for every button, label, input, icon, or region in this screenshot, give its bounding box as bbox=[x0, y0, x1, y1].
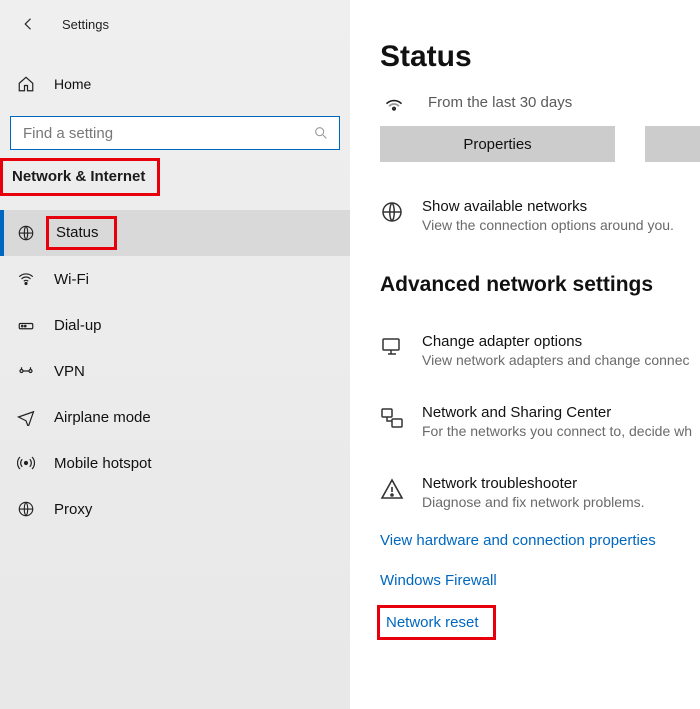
monitor-icon bbox=[380, 333, 404, 368]
sidebar-item-proxy[interactable]: Proxy bbox=[0, 486, 350, 532]
item-title: Network and Sharing Center bbox=[422, 404, 692, 421]
network-sharing-center[interactable]: Network and Sharing Center For the netwo… bbox=[380, 404, 700, 439]
dialup-icon bbox=[16, 316, 36, 334]
connection-summary: From the last 30 days bbox=[380, 92, 700, 112]
item-subtitle: View network adapters and change connec bbox=[422, 352, 689, 368]
sidebar-item-label: Dial-up bbox=[54, 317, 102, 334]
connection-subtext: From the last 30 days bbox=[428, 94, 572, 111]
item-title: Change adapter options bbox=[422, 333, 689, 350]
search-input[interactable] bbox=[10, 116, 340, 150]
home-icon bbox=[16, 75, 36, 93]
item-subtitle: View the connection options around you. bbox=[422, 217, 674, 233]
sidebar: Settings Home Network & Internet bbox=[0, 0, 350, 709]
titlebar: Settings bbox=[0, 0, 350, 48]
sidebar-item-label: Proxy bbox=[54, 501, 92, 518]
proxy-icon bbox=[16, 500, 36, 518]
change-adapter-options[interactable]: Change adapter options View network adap… bbox=[380, 333, 700, 368]
sidebar-item-label: VPN bbox=[54, 363, 85, 380]
link-hardware-properties[interactable]: View hardware and connection properties bbox=[380, 532, 656, 549]
sidebar-item-dialup[interactable]: Dial-up bbox=[0, 302, 350, 348]
network-icon bbox=[380, 404, 404, 439]
advanced-section-title: Advanced network settings bbox=[380, 273, 700, 297]
back-arrow-icon[interactable] bbox=[20, 15, 38, 33]
globe-icon bbox=[380, 198, 404, 233]
link-windows-firewall[interactable]: Windows Firewall bbox=[380, 572, 497, 589]
vpn-icon bbox=[16, 362, 36, 380]
sidebar-item-airplane[interactable]: Airplane mode bbox=[0, 394, 350, 440]
data-usage-button[interactable] bbox=[645, 126, 700, 162]
wifi-icon bbox=[16, 270, 36, 288]
sidebar-item-label: Mobile hotspot bbox=[54, 455, 152, 472]
airplane-icon bbox=[16, 408, 36, 426]
search-icon bbox=[313, 125, 329, 141]
window-title: Settings bbox=[62, 17, 109, 32]
sidebar-nav: Status Wi-Fi Dial-up VPN bbox=[0, 210, 350, 532]
home-label: Home bbox=[54, 76, 91, 92]
page-title: Status bbox=[380, 40, 700, 74]
item-title: Show available networks bbox=[422, 198, 674, 215]
sidebar-item-label: Wi-Fi bbox=[54, 271, 89, 288]
sidebar-section-network: Network & Internet bbox=[0, 158, 160, 196]
item-subtitle: For the networks you connect to, decide … bbox=[422, 423, 692, 439]
warning-icon bbox=[380, 475, 404, 510]
globe-icon bbox=[16, 224, 36, 242]
sidebar-item-home[interactable]: Home bbox=[0, 62, 350, 106]
search-field[interactable] bbox=[21, 124, 313, 143]
wifi-signal-icon bbox=[380, 92, 408, 112]
main-content: Status From the last 30 days Properties … bbox=[350, 0, 700, 709]
item-subtitle: Diagnose and fix network problems. bbox=[422, 494, 645, 510]
sidebar-item-status[interactable]: Status bbox=[0, 210, 350, 256]
hotspot-icon bbox=[16, 454, 36, 472]
sidebar-section-label: Network & Internet bbox=[12, 168, 145, 185]
sidebar-item-label: Status bbox=[56, 224, 99, 241]
sidebar-item-vpn[interactable]: VPN bbox=[0, 348, 350, 394]
sidebar-item-hotspot[interactable]: Mobile hotspot bbox=[0, 440, 350, 486]
sidebar-item-wifi[interactable]: Wi-Fi bbox=[0, 256, 350, 302]
item-title: Network troubleshooter bbox=[422, 475, 645, 492]
network-troubleshooter[interactable]: Network troubleshooter Diagnose and fix … bbox=[380, 475, 700, 510]
sidebar-item-label: Airplane mode bbox=[54, 409, 151, 426]
show-available-networks[interactable]: Show available networks View the connect… bbox=[380, 198, 700, 233]
properties-button[interactable]: Properties bbox=[380, 126, 615, 162]
link-network-reset[interactable]: Network reset bbox=[380, 608, 493, 637]
